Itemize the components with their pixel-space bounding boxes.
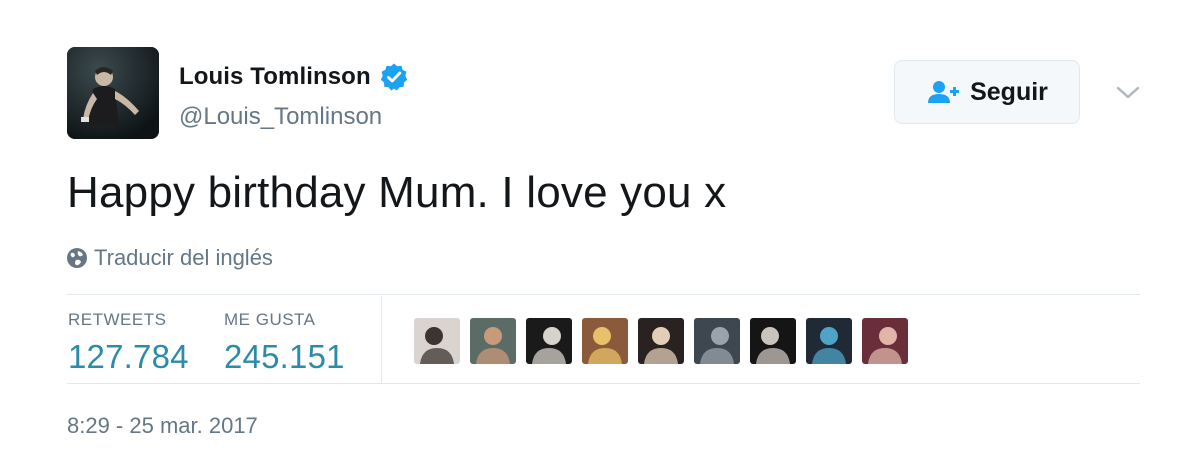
retweets-count: 127.784	[68, 338, 189, 375]
liker-avatar-3[interactable]	[526, 318, 572, 364]
translate-label: Traducir del inglés	[94, 245, 273, 270]
stats-vertical-divider	[381, 296, 382, 383]
chevron-down-icon[interactable]	[1113, 80, 1143, 104]
liker-avatar-7[interactable]	[750, 318, 796, 364]
liker-avatar-8[interactable]	[806, 318, 852, 364]
tweet-timestamp[interactable]: 8:29 - 25 mar. 2017	[67, 413, 258, 439]
translate-link[interactable]: Traducir del inglés	[66, 245, 273, 271]
liker-avatar-9[interactable]	[862, 318, 908, 364]
likes-count: 245.151	[224, 338, 345, 375]
likes-label: ME GUSTA	[224, 310, 316, 329]
liker-avatar-4[interactable]	[582, 318, 628, 364]
display-name[interactable]: Louis Tomlinson	[179, 63, 371, 91]
stats-divider-bottom	[67, 383, 1140, 384]
tweet-text: Happy birthday Mum. I love you x	[67, 168, 727, 217]
user-name-row[interactable]: Louis Tomlinson	[179, 62, 409, 92]
globe-icon	[66, 247, 88, 269]
follow-label: Seguir	[970, 77, 1048, 106]
likes-stat[interactable]: ME GUSTA 245.151	[224, 310, 345, 376]
retweets-stat[interactable]: RETWEETS 127.784	[68, 310, 189, 376]
liker-avatar-6[interactable]	[694, 318, 740, 364]
user-avatar[interactable]	[67, 47, 159, 139]
liker-avatar-5[interactable]	[638, 318, 684, 364]
follow-button[interactable]: Seguir	[894, 60, 1080, 124]
user-handle[interactable]: @Louis_Tomlinson	[179, 103, 382, 131]
retweets-label: RETWEETS	[68, 310, 167, 329]
follow-user-icon	[926, 79, 960, 105]
liker-avatars	[414, 318, 918, 364]
liker-avatar-1[interactable]	[414, 318, 460, 364]
liker-avatar-2[interactable]	[470, 318, 516, 364]
tweet-card: Louis Tomlinson @Louis_Tomlinson Seguir …	[0, 0, 1200, 467]
verified-badge-icon	[379, 62, 409, 92]
stats-divider-top	[67, 294, 1140, 295]
